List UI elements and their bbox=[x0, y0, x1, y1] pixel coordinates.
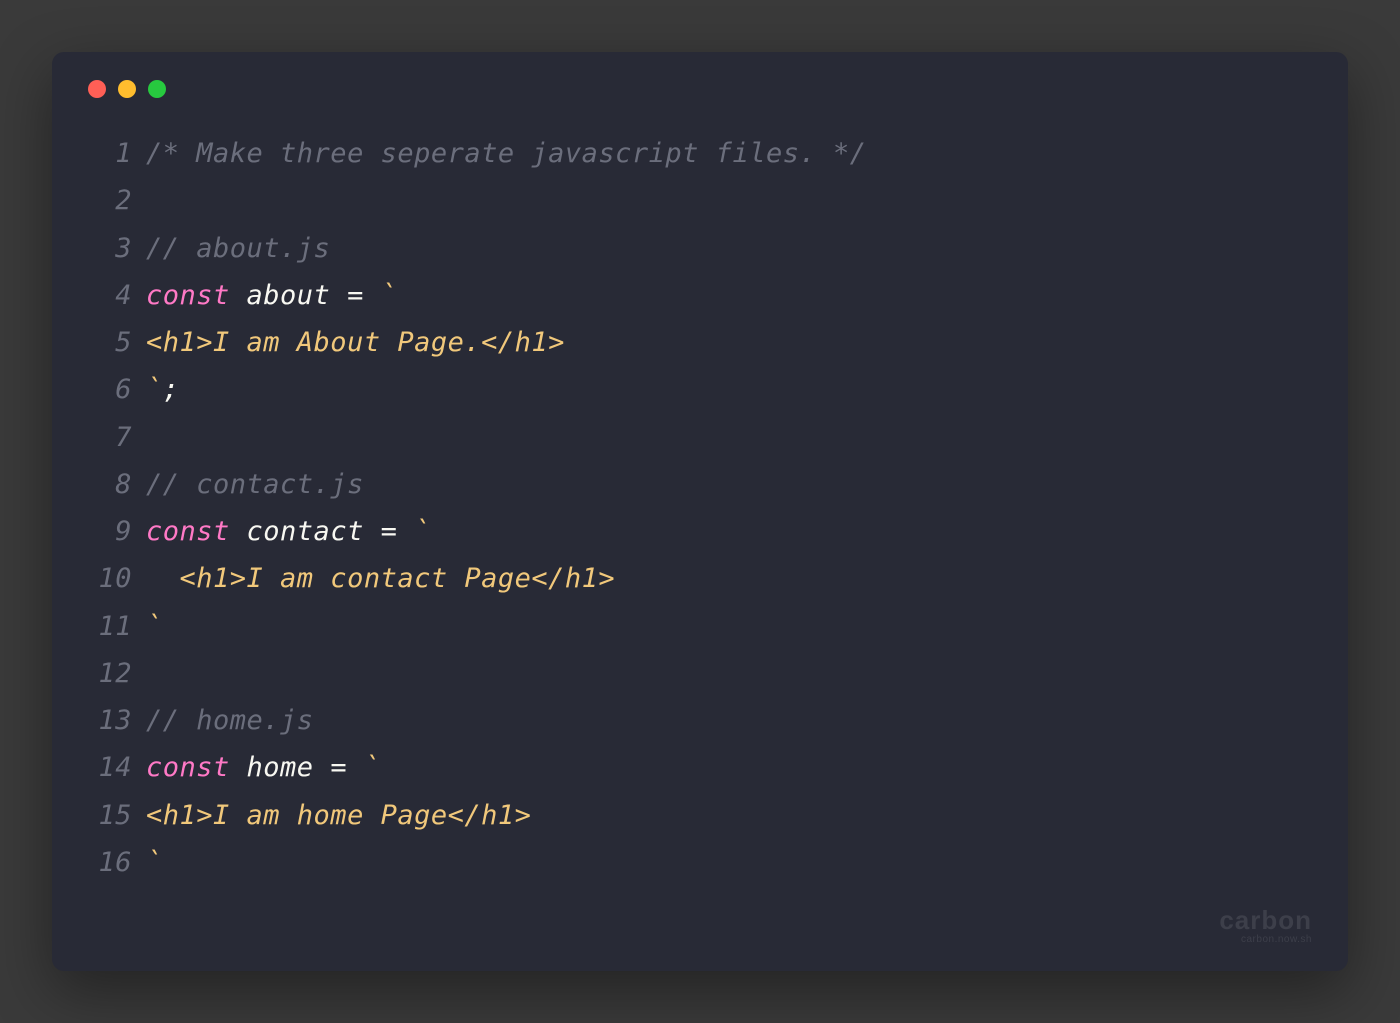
line-number: 7 bbox=[88, 414, 132, 461]
line-content: `; bbox=[146, 366, 180, 413]
code-line: 16 ` bbox=[88, 839, 1312, 886]
line-number: 11 bbox=[88, 603, 132, 650]
code-line: 7 bbox=[88, 414, 1312, 461]
line-content: ` bbox=[146, 839, 163, 886]
code-window: 1 /* Make three seperate javascript files… bbox=[52, 52, 1348, 971]
code-token: = bbox=[347, 280, 364, 311]
line-content: // about.js bbox=[146, 225, 330, 272]
code-line: 10 <h1>I am contact Page</h1> bbox=[88, 555, 1312, 602]
code-line: 4 const about = ` bbox=[88, 272, 1312, 319]
code-token: contact bbox=[230, 516, 381, 547]
code-token: ` bbox=[146, 611, 163, 642]
line-number: 8 bbox=[88, 461, 132, 508]
line-content: /* Make three seperate javascript files.… bbox=[146, 130, 866, 177]
watermark-title: carbon bbox=[1219, 905, 1312, 936]
line-content: const contact = ` bbox=[146, 508, 431, 555]
code-line: 5 <h1>I am About Page.</h1> bbox=[88, 319, 1312, 366]
window-controls bbox=[88, 80, 1312, 98]
line-content: const about = ` bbox=[146, 272, 397, 319]
code-token: const bbox=[146, 752, 230, 783]
line-number: 5 bbox=[88, 319, 132, 366]
code-token: = bbox=[381, 516, 398, 547]
code-token: ` bbox=[347, 752, 381, 783]
line-number: 6 bbox=[88, 366, 132, 413]
code-token: <h1>I am home Page</h1> bbox=[146, 800, 531, 831]
line-content: const home = ` bbox=[146, 744, 381, 791]
code-line: 8 // contact.js bbox=[88, 461, 1312, 508]
code-token: /* Make three seperate javascript files.… bbox=[146, 138, 866, 169]
code-line: 14 const home = ` bbox=[88, 744, 1312, 791]
line-number: 10 bbox=[88, 555, 132, 602]
line-number: 3 bbox=[88, 225, 132, 272]
code-line: 3 // about.js bbox=[88, 225, 1312, 272]
code-line: 9 const contact = ` bbox=[88, 508, 1312, 555]
line-number: 14 bbox=[88, 744, 132, 791]
line-number: 1 bbox=[88, 130, 132, 177]
code-line: 2 bbox=[88, 177, 1312, 224]
line-content: <h1>I am contact Page</h1> bbox=[146, 555, 615, 602]
code-line: 6 `; bbox=[88, 366, 1312, 413]
code-token: = bbox=[330, 752, 347, 783]
line-number: 12 bbox=[88, 650, 132, 697]
code-token: // about.js bbox=[146, 233, 330, 264]
code-area[interactable]: 1 /* Make three seperate javascript files… bbox=[88, 130, 1312, 886]
line-number: 2 bbox=[88, 177, 132, 224]
line-number: 13 bbox=[88, 697, 132, 744]
line-content: ` bbox=[146, 603, 163, 650]
minimize-icon[interactable] bbox=[118, 80, 136, 98]
code-token: <h1>I am About Page.</h1> bbox=[146, 327, 565, 358]
line-number: 15 bbox=[88, 792, 132, 839]
code-token: ` bbox=[397, 516, 431, 547]
code-token: ` bbox=[146, 847, 163, 878]
line-content: // contact.js bbox=[146, 461, 364, 508]
maximize-icon[interactable] bbox=[148, 80, 166, 98]
code-token: home bbox=[230, 752, 331, 783]
code-line: 13 // home.js bbox=[88, 697, 1312, 744]
close-icon[interactable] bbox=[88, 80, 106, 98]
code-token: <h1>I am contact Page</h1> bbox=[146, 563, 615, 594]
code-token: ` bbox=[146, 374, 163, 405]
code-token: const bbox=[146, 516, 230, 547]
code-line: 11 ` bbox=[88, 603, 1312, 650]
line-content: <h1>I am About Page.</h1> bbox=[146, 319, 565, 366]
line-content: // home.js bbox=[146, 697, 314, 744]
line-number: 4 bbox=[88, 272, 132, 319]
code-token: ` bbox=[364, 280, 398, 311]
code-line: 12 bbox=[88, 650, 1312, 697]
code-token: const bbox=[146, 280, 230, 311]
line-number: 16 bbox=[88, 839, 132, 886]
code-token: ; bbox=[163, 374, 180, 405]
line-content: <h1>I am home Page</h1> bbox=[146, 792, 531, 839]
code-token: // home.js bbox=[146, 705, 314, 736]
code-line: 1 /* Make three seperate javascript files… bbox=[88, 130, 1312, 177]
code-token: // contact.js bbox=[146, 469, 364, 500]
line-number: 9 bbox=[88, 508, 132, 555]
code-line: 15 <h1>I am home Page</h1> bbox=[88, 792, 1312, 839]
code-token: about bbox=[230, 280, 347, 311]
watermark: carbon carbon.now.sh bbox=[1219, 905, 1312, 945]
